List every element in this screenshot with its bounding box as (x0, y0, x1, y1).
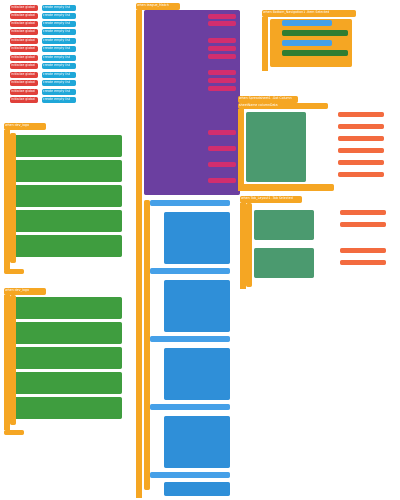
text-block[interactable] (208, 38, 236, 43)
init-global-block[interactable]: initialize global (10, 29, 38, 35)
list-item-block[interactable] (338, 148, 384, 153)
create-empty-list-block[interactable]: create empty list (42, 97, 76, 103)
create-empty-list-block[interactable]: create empty list (42, 46, 76, 52)
is-list-empty-block[interactable] (150, 472, 230, 478)
if-block[interactable] (10, 295, 16, 425)
create-empty-list-block[interactable]: create empty list (42, 5, 76, 11)
if-block[interactable] (144, 200, 150, 490)
list-item-block[interactable] (338, 172, 384, 177)
text-block[interactable] (208, 70, 236, 75)
list-item-block[interactable] (338, 124, 384, 129)
create-empty-list-block[interactable]: create empty list (42, 13, 76, 19)
for-each-block[interactable] (164, 482, 230, 496)
for-each-block[interactable] (164, 280, 230, 332)
set-picture-block[interactable] (12, 235, 122, 257)
create-empty-list-block[interactable]: create empty list (42, 21, 76, 27)
for-each-block[interactable] (164, 348, 230, 400)
event-header[interactable]: when Spreadsheet1 .Got Column (238, 96, 298, 103)
set-picture-block[interactable] (12, 185, 122, 207)
create-empty-list-block[interactable]: create empty list (42, 55, 76, 61)
is-list-empty-block[interactable] (150, 200, 230, 206)
footer-bar (238, 184, 334, 191)
set-block[interactable] (254, 210, 314, 240)
if-block[interactable] (246, 203, 252, 287)
event-spine (262, 17, 268, 71)
compare-block[interactable] (282, 20, 332, 26)
set-picture-block[interactable] (12, 297, 122, 319)
for-each-block[interactable] (164, 416, 230, 468)
text-block[interactable] (208, 14, 236, 19)
event-header[interactable]: when Bottom_Navigation1 .Item Selected (262, 10, 356, 17)
text-block[interactable] (208, 86, 236, 91)
event-header[interactable]: when Tab_Layout1 .Tab Selected (240, 196, 302, 203)
set-picture-block[interactable] (12, 135, 122, 157)
text-block[interactable] (208, 178, 236, 183)
is-list-empty-block[interactable] (150, 404, 230, 410)
init-global-block[interactable]: initialize global (10, 13, 38, 19)
set-picture-block[interactable] (12, 347, 122, 369)
text-block[interactable] (208, 46, 236, 51)
set-block[interactable] (282, 30, 348, 36)
text-block[interactable] (208, 54, 236, 59)
init-global-block[interactable]: initialize global (10, 21, 38, 27)
create-empty-list-block[interactable]: create empty list (42, 80, 76, 86)
set-picture-block[interactable] (12, 322, 122, 344)
event-footer (4, 269, 24, 274)
for-each-block[interactable] (164, 212, 230, 264)
init-global-block[interactable]: initialize global (10, 97, 38, 103)
create-empty-list-block[interactable]: create empty list (42, 72, 76, 78)
create-empty-list-block[interactable]: create empty list (42, 63, 76, 69)
text-block[interactable] (208, 21, 236, 26)
list-item-block[interactable] (338, 136, 384, 141)
list-item-block[interactable] (340, 210, 386, 215)
set-picture-block[interactable] (12, 210, 122, 232)
create-empty-list-block[interactable]: create empty list (42, 89, 76, 95)
params-bar: sheetName columnData (238, 103, 328, 109)
event-header[interactable]: when dev_logo (4, 288, 46, 295)
event-spine (238, 109, 244, 191)
list-item-block[interactable] (340, 222, 386, 227)
init-global-block[interactable]: initialize global (10, 5, 38, 11)
is-list-empty-block[interactable] (150, 336, 230, 342)
event-header[interactable]: when dev_logo (4, 123, 46, 130)
init-global-block[interactable]: initialize global (10, 89, 38, 95)
set-block[interactable] (254, 248, 314, 278)
tab-layout-event[interactable]: when Tab_Layout1 .Tab Selected (240, 196, 390, 296)
event-header[interactable]: when league_Match (136, 3, 180, 10)
list-item-block[interactable] (340, 260, 386, 265)
compare-block[interactable] (282, 40, 332, 46)
set-block[interactable] (282, 50, 348, 56)
set-picture-block[interactable] (12, 372, 122, 394)
event-footer (4, 430, 24, 435)
if-block[interactable] (10, 133, 16, 263)
text-block[interactable] (208, 78, 236, 83)
create-empty-list-block[interactable]: create empty list (42, 38, 76, 44)
set-list-block[interactable] (246, 112, 306, 182)
init-global-block[interactable]: initialize global (10, 63, 38, 69)
list-item-block[interactable] (340, 248, 386, 253)
set-picture-block[interactable] (12, 397, 122, 419)
list-item-block[interactable] (338, 160, 384, 165)
text-block[interactable] (208, 130, 236, 135)
text-block[interactable] (208, 162, 236, 167)
init-global-block[interactable]: initialize global (10, 72, 38, 78)
create-empty-list-block[interactable]: create empty list (42, 29, 76, 35)
event-spine (136, 10, 142, 498)
set-picture-block[interactable] (12, 160, 122, 182)
init-global-block[interactable]: initialize global (10, 55, 38, 61)
init-global-block[interactable]: initialize global (10, 38, 38, 44)
spreadsheet-event[interactable]: when Spreadsheet1 .Got Column sheetName … (238, 96, 388, 196)
text-block[interactable] (208, 146, 236, 151)
list-item-block[interactable] (338, 112, 384, 117)
is-list-empty-block[interactable] (150, 268, 230, 274)
bottom-nav-event[interactable]: when Bottom_Navigation1 .Item Selected (262, 10, 356, 74)
init-global-block[interactable]: initialize global (10, 46, 38, 52)
init-global-block[interactable]: initialize global (10, 80, 38, 86)
